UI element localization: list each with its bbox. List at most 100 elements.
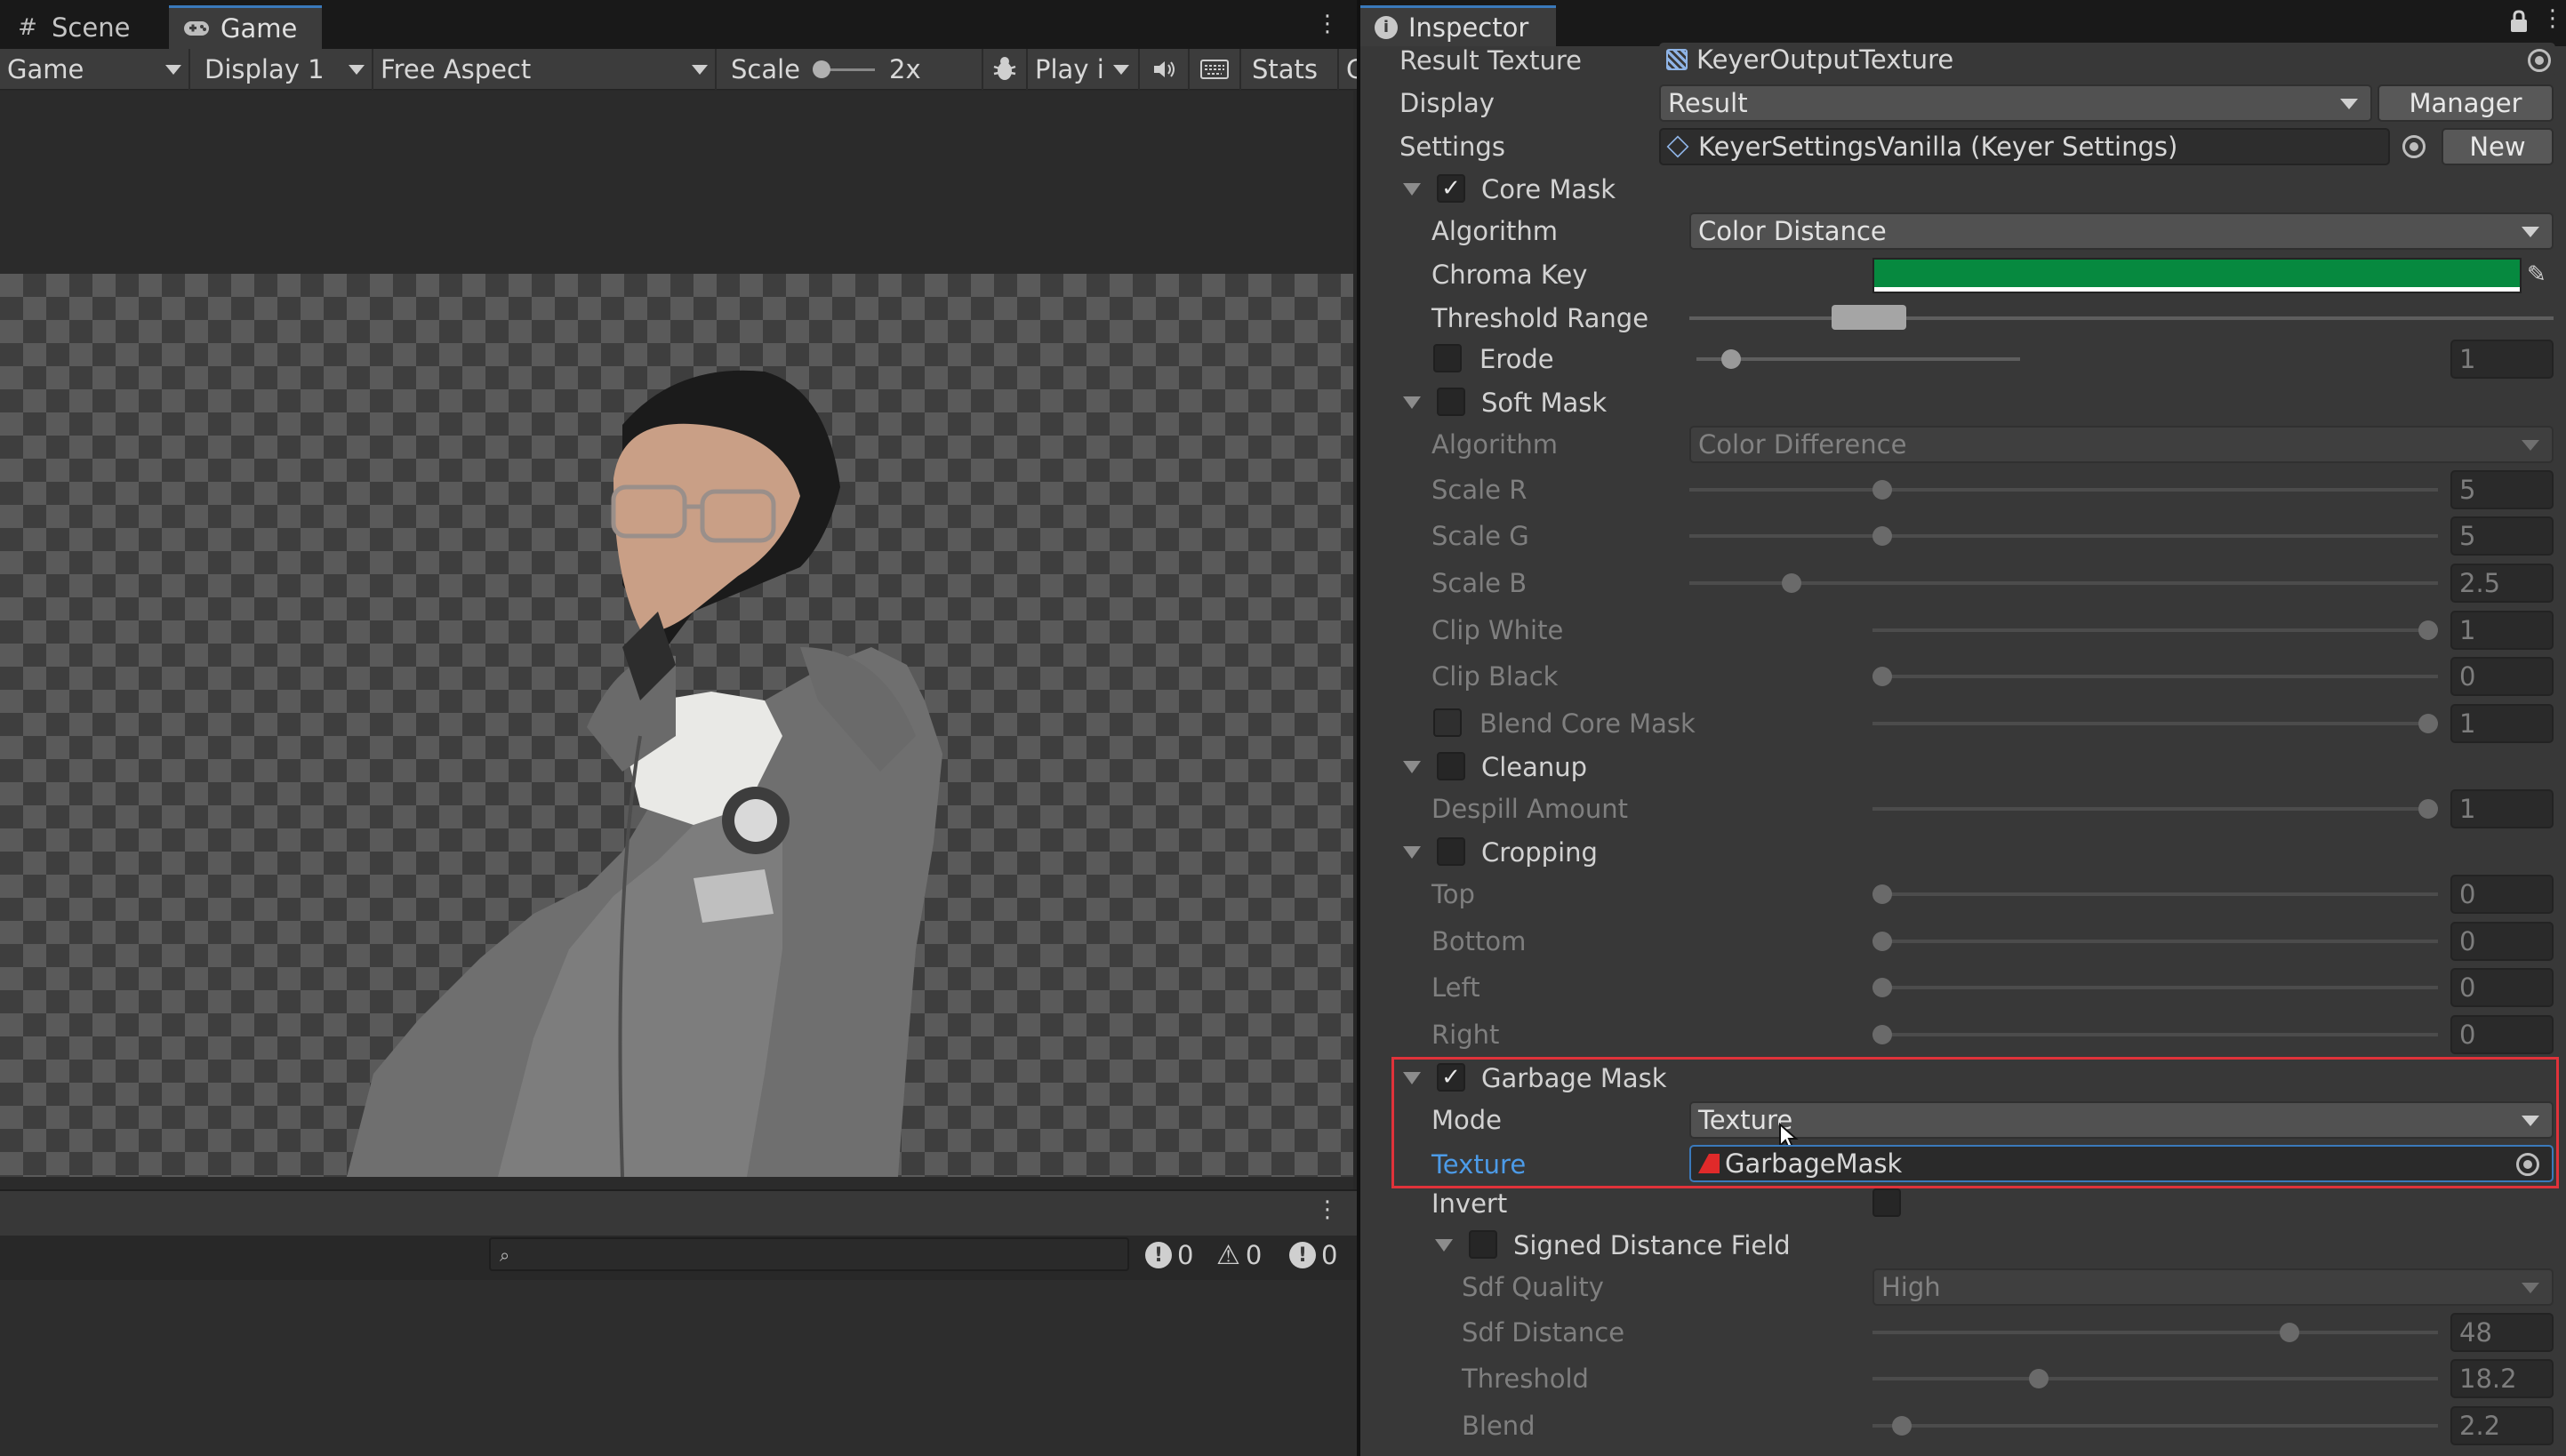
view-dropdown[interactable]: Game — [0, 49, 190, 90]
crop-right-value-field[interactable]: 0 — [2450, 1015, 2554, 1054]
sdf-threshold-slider-track[interactable] — [1872, 1377, 2438, 1380]
keyboard-icon[interactable] — [1190, 49, 1241, 90]
threshold-range-track[interactable] — [1689, 316, 2554, 320]
crop-top-slider-track[interactable] — [1872, 892, 2438, 896]
more-options-icon[interactable]: ⋮ — [1316, 1196, 1339, 1225]
tab-game[interactable]: Game — [169, 5, 322, 49]
foldout-arrow-icon[interactable] — [1435, 1239, 1453, 1252]
clip-white-slider-knob[interactable] — [2418, 620, 2438, 640]
sdf-quality-dropdown[interactable]: High — [1872, 1268, 2554, 1306]
blend-core-mask-value-field[interactable]: 1 — [2450, 704, 2554, 743]
threshold-range-handle[interactable] — [1832, 305, 1906, 330]
scale-b-slider-track[interactable] — [1689, 581, 2438, 585]
chroma-key-color-field[interactable] — [1872, 258, 2522, 293]
scale-g-slider-knob[interactable] — [1872, 526, 1892, 546]
sdf-blend-value-field[interactable]: 2.2 — [2450, 1406, 2554, 1445]
crop-left-slider-knob[interactable] — [1872, 978, 1892, 997]
blend-core-mask-toggle[interactable]: ✓ — [1433, 708, 1462, 737]
cleanup-header[interactable]: ✓ Cleanup — [1360, 745, 2566, 789]
new-button[interactable]: New — [2442, 128, 2554, 165]
foldout-arrow-icon[interactable] — [1403, 761, 1421, 773]
erode-toggle[interactable]: ✓ — [1433, 344, 1462, 372]
blend-core-mask-slider-knob[interactable] — [2418, 714, 2438, 733]
foldout-arrow-icon[interactable] — [1403, 396, 1421, 409]
despill-value-field[interactable]: 1 — [2450, 789, 2554, 828]
garbage-texture-field[interactable]: GarbageMask — [1689, 1145, 2554, 1182]
despill-slider-track[interactable] — [1872, 807, 2438, 811]
game-viewport[interactable] — [0, 274, 1353, 1177]
soft-mask-header[interactable]: ✓ Soft Mask — [1360, 380, 2566, 425]
result-texture-field[interactable]: KeyerOutputTexture — [1659, 43, 2555, 76]
foldout-arrow-icon[interactable] — [1403, 1072, 1421, 1084]
manager-button[interactable]: Manager — [2378, 84, 2554, 122]
object-picker-icon[interactable] — [2402, 135, 2426, 158]
cleanup-toggle[interactable]: ✓ — [1437, 752, 1465, 780]
console-search-input[interactable]: ⌕ — [489, 1237, 1129, 1271]
crop-top-value-field[interactable]: 0 — [2450, 875, 2554, 914]
scale-b-slider-knob[interactable] — [1782, 573, 1801, 593]
sdf-threshold-slider-knob[interactable] — [2029, 1369, 2049, 1388]
scale-slider[interactable] — [813, 60, 876, 78]
audio-mute-icon[interactable] — [1140, 49, 1190, 90]
clip-black-slider-knob[interactable] — [1872, 667, 1892, 686]
crop-left-slider-track[interactable] — [1872, 986, 2438, 989]
soft-algorithm-dropdown[interactable]: Color Difference — [1689, 426, 2554, 463]
sdf-blend-slider-knob[interactable] — [1892, 1416, 1912, 1436]
sdf-toggle[interactable]: ✓ — [1469, 1230, 1497, 1259]
settings-object-field[interactable]: KeyerSettingsVanilla (Keyer Settings) — [1659, 128, 2390, 165]
core-mask-toggle[interactable]: ✓ — [1437, 174, 1465, 203]
invert-toggle[interactable]: ✓ — [1872, 1188, 1901, 1217]
cropping-toggle[interactable]: ✓ — [1437, 837, 1465, 866]
crop-bottom-value-field[interactable]: 0 — [2450, 922, 2554, 961]
despill-slider-knob[interactable] — [2418, 799, 2438, 819]
scale-control[interactable]: Scale 2x — [717, 49, 983, 90]
scale-b-value-field[interactable]: 2.5 — [2450, 564, 2554, 603]
crop-right-slider-track[interactable] — [1872, 1033, 2438, 1036]
sdf-distance-slider-track[interactable] — [1872, 1331, 2438, 1334]
scale-g-value-field[interactable]: 5 — [2450, 516, 2554, 556]
display-dropdown[interactable]: Result — [1659, 84, 2372, 122]
garbage-mask-header[interactable]: ✓ Garbage Mask — [1360, 1056, 2566, 1100]
crop-left-value-field[interactable]: 0 — [2450, 968, 2554, 1007]
core-algorithm-dropdown[interactable]: Color Distance — [1689, 212, 2554, 250]
erode-slider-knob[interactable] — [1721, 349, 1741, 369]
foldout-arrow-icon[interactable] — [1403, 183, 1421, 196]
object-picker-icon[interactable] — [2528, 49, 2551, 72]
sdf-threshold-value-field[interactable]: 18.2 — [2450, 1359, 2554, 1398]
crop-bottom-slider-track[interactable] — [1872, 940, 2438, 943]
scale-r-value-field[interactable]: 5 — [2450, 470, 2554, 509]
core-mask-header[interactable]: ✓ Core Mask — [1360, 167, 2566, 212]
erode-slider-track[interactable] — [1696, 357, 2020, 361]
crop-right-slider-knob[interactable] — [1872, 1025, 1892, 1044]
error-count-toggle[interactable]: ! 0 — [1289, 1238, 1337, 1272]
warning-count-toggle[interactable]: ⚠ 0 — [1216, 1238, 1262, 1272]
clip-black-value-field[interactable]: 0 — [2450, 657, 2554, 696]
more-options-icon[interactable]: ⋮ — [1316, 11, 1339, 39]
object-picker-icon[interactable] — [2516, 1153, 2539, 1176]
scale-g-slider-track[interactable] — [1689, 534, 2438, 538]
clip-white-value-field[interactable]: 1 — [2450, 611, 2554, 650]
stats-button[interactable]: Stats — [1241, 49, 1339, 90]
sdf-blend-slider-track[interactable] — [1872, 1424, 2438, 1428]
sdf-distance-value-field[interactable]: 48 — [2450, 1313, 2554, 1352]
erode-value-field[interactable]: 1 — [2450, 340, 2554, 379]
more-options-icon[interactable]: ⋮ — [2541, 5, 2564, 34]
lock-icon[interactable] — [2509, 9, 2529, 32]
eyedropper-icon[interactable]: ✎ — [2527, 261, 2546, 288]
cropping-header[interactable]: ✓ Cropping — [1360, 830, 2566, 875]
sdf-header[interactable]: ✓ Signed Distance Field — [1360, 1223, 2566, 1268]
sdf-distance-slider-knob[interactable] — [2280, 1323, 2299, 1342]
clip-black-slider-track[interactable] — [1872, 675, 2438, 678]
crop-bottom-slider-knob[interactable] — [1872, 932, 1892, 951]
bug-icon[interactable] — [983, 49, 1028, 90]
scale-r-slider-knob[interactable] — [1872, 480, 1892, 500]
tab-scene[interactable]: # Scene — [0, 5, 169, 49]
play-focus-dropdown[interactable]: Play i — [1028, 49, 1140, 90]
scale-r-slider-track[interactable] — [1689, 488, 2438, 492]
garbage-mode-dropdown[interactable]: Texture — [1689, 1101, 2554, 1139]
clip-white-slider-track[interactable] — [1872, 628, 2438, 632]
soft-mask-toggle[interactable]: ✓ — [1437, 388, 1465, 416]
display-dropdown[interactable]: Display 1 — [190, 49, 373, 90]
info-count-toggle[interactable]: ! 0 — [1145, 1238, 1193, 1272]
foldout-arrow-icon[interactable] — [1403, 846, 1421, 859]
